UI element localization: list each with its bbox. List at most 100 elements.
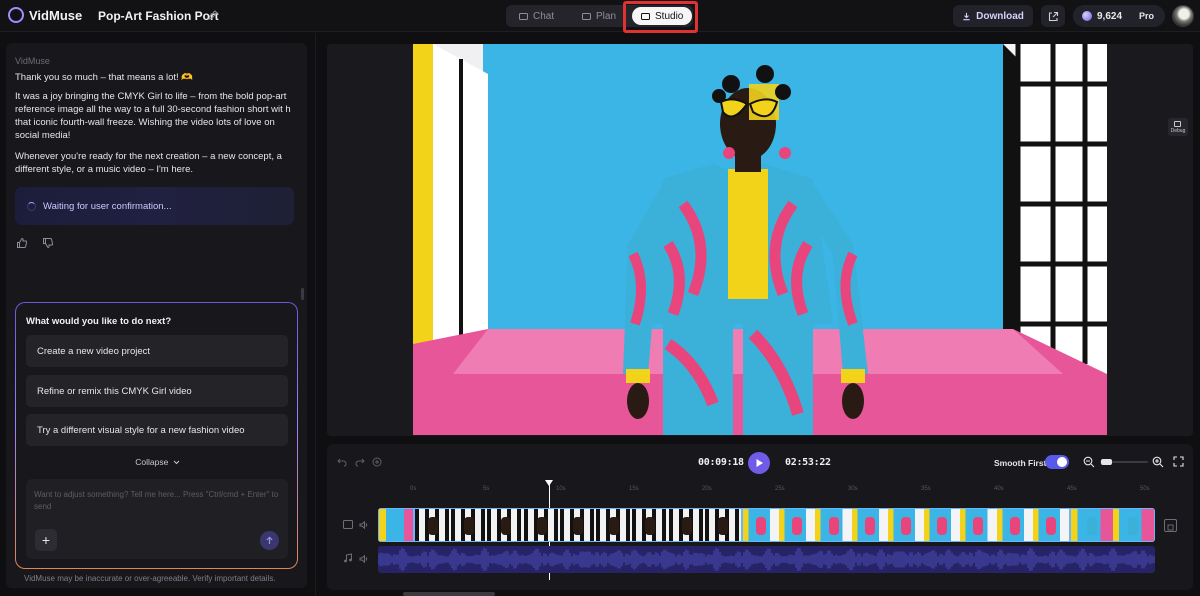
thumbs-up-icon[interactable] bbox=[16, 237, 28, 249]
next-step-card: What would you like to do next? Create a… bbox=[15, 302, 298, 569]
thumbnail-figure bbox=[828, 517, 839, 535]
next-step-question: What would you like to do next? bbox=[26, 316, 172, 327]
add-track-button[interactable] bbox=[1164, 519, 1177, 532]
clip-thumbnail bbox=[779, 509, 816, 541]
video-clip-1[interactable] bbox=[378, 508, 414, 542]
ruler-tick-label: 50s bbox=[1140, 486, 1150, 492]
clip-thumbnail bbox=[960, 509, 997, 541]
thumbnail-figure bbox=[1045, 517, 1056, 535]
option-refine-remix[interactable]: Refine or remix this CMYK Girl video bbox=[26, 375, 288, 407]
option-different-style[interactable]: Try a different visual style for a new f… bbox=[26, 414, 288, 446]
thumbnail-figure bbox=[1128, 517, 1139, 535]
send-button[interactable] bbox=[260, 531, 279, 550]
top-bar: VidMuse Pop-Art Fashion Port Chat Plan S… bbox=[0, 0, 1200, 33]
video-preview[interactable] bbox=[413, 44, 1107, 435]
app-logo[interactable]: VidMuse bbox=[8, 7, 82, 23]
smooth-first-toggle[interactable] bbox=[1045, 455, 1069, 469]
video-clip-2[interactable] bbox=[414, 508, 742, 542]
download-icon bbox=[963, 12, 970, 20]
thumbnail-figure bbox=[681, 517, 692, 535]
collapse-label: Collapse bbox=[135, 457, 169, 467]
chat-icon bbox=[519, 12, 528, 20]
split-icon[interactable] bbox=[372, 457, 382, 467]
video-clip-4[interactable] bbox=[1070, 508, 1155, 542]
assistant-message-3: Whenever you're ready for the next creat… bbox=[15, 151, 282, 175]
clip-thumbnail bbox=[415, 509, 452, 541]
ruler-tick-label: 25s bbox=[775, 486, 785, 492]
thumbnail-figure bbox=[536, 517, 547, 535]
chevron-down-icon bbox=[173, 460, 180, 465]
plus-icon: + bbox=[41, 532, 51, 548]
rename-icon[interactable] bbox=[207, 9, 219, 21]
clip-thumbnail bbox=[1112, 509, 1154, 541]
studio-highlight-box bbox=[623, 1, 698, 33]
debug-button[interactable]: Debug bbox=[1168, 118, 1188, 136]
zoom-out-icon[interactable] bbox=[1083, 456, 1095, 468]
video-frame-image bbox=[413, 44, 1107, 435]
tab-chat[interactable]: Chat bbox=[519, 7, 554, 25]
video-volume-icon[interactable] bbox=[359, 520, 369, 530]
thumbnail-figure bbox=[609, 517, 620, 535]
external-link-icon bbox=[1048, 11, 1058, 21]
thumbs-down-icon[interactable] bbox=[42, 237, 54, 249]
ruler-tick-label: 5s bbox=[483, 486, 490, 492]
fullscreen-icon[interactable] bbox=[1173, 456, 1184, 467]
attach-button[interactable]: + bbox=[35, 529, 57, 551]
user-avatar[interactable] bbox=[1172, 5, 1194, 27]
thumbnail-figure bbox=[1086, 517, 1097, 535]
tab-plan-label: Plan bbox=[596, 10, 617, 22]
clip-thumbnail bbox=[996, 509, 1033, 541]
open-external-button[interactable] bbox=[1041, 5, 1065, 27]
current-time: 00:09:18 bbox=[698, 457, 744, 468]
play-button[interactable] bbox=[748, 452, 770, 474]
undo-icon[interactable] bbox=[337, 457, 347, 467]
thumbnail-figure bbox=[973, 517, 984, 535]
tab-chat-label: Chat bbox=[533, 10, 555, 22]
waiting-status: Waiting for user confirmation... bbox=[15, 187, 294, 225]
collapse-toggle[interactable]: Collapse bbox=[16, 457, 299, 467]
chat-scrollbar[interactable] bbox=[301, 288, 304, 300]
assistant-message-1: Thank you so much – that means a lot! 🫶 bbox=[15, 72, 194, 83]
ruler-tick-label: 45s bbox=[1067, 486, 1077, 492]
redo-icon[interactable] bbox=[355, 457, 365, 467]
clip-thumbnail bbox=[1071, 509, 1113, 541]
add-icon bbox=[1167, 524, 1174, 531]
download-button[interactable]: Download bbox=[953, 5, 1033, 27]
video-track[interactable] bbox=[378, 508, 1155, 542]
chat-input[interactable]: Want to adjust something? Tell me here..… bbox=[26, 479, 288, 559]
debug-label: Debug bbox=[1170, 128, 1186, 134]
total-duration: 02:53:22 bbox=[785, 457, 831, 468]
tab-plan[interactable]: Plan bbox=[582, 7, 616, 25]
ruler-tick-label: 15s bbox=[629, 486, 639, 492]
music-track-icon bbox=[344, 553, 352, 563]
ruler-tick-label: 0s bbox=[410, 486, 417, 492]
audio-waveform bbox=[378, 547, 1155, 572]
zoom-slider-handle[interactable] bbox=[1101, 459, 1112, 465]
app-name: VidMuse bbox=[29, 7, 83, 23]
waiting-status-text: Waiting for user confirmation... bbox=[43, 200, 172, 212]
plan-badge: Pro bbox=[1139, 11, 1155, 21]
clip-thumbnail bbox=[632, 509, 669, 541]
zoom-in-icon[interactable] bbox=[1152, 456, 1164, 468]
video-track-icon bbox=[343, 520, 353, 529]
audio-track[interactable] bbox=[378, 546, 1155, 573]
disclaimer-text: VidMuse may be inaccurate or over-agreea… bbox=[24, 574, 276, 583]
audio-volume-icon[interactable] bbox=[359, 554, 369, 564]
plan-icon bbox=[582, 12, 591, 20]
thumbnail-figure bbox=[864, 517, 875, 535]
clip-thumbnail bbox=[924, 509, 961, 541]
time-ruler[interactable]: 0s 5s 10s 15s 20s 25s 30s 35s 40s 45s 50s bbox=[378, 486, 1155, 498]
clip-thumbnail bbox=[743, 509, 780, 541]
thumbnail-figure bbox=[464, 517, 475, 535]
ruler-tick-label: 30s bbox=[848, 486, 858, 492]
clip-thumbnail bbox=[451, 509, 488, 541]
timeline-horizontal-scrollbar[interactable] bbox=[403, 592, 495, 596]
option-new-project[interactable]: Create a new video project bbox=[26, 335, 288, 367]
project-title[interactable]: Pop-Art Fashion Port bbox=[98, 9, 219, 23]
debug-icon bbox=[1174, 121, 1181, 127]
video-clip-3[interactable] bbox=[742, 508, 1070, 542]
credits-badge[interactable]: 9,624 Pro bbox=[1073, 5, 1165, 27]
clip-thumbnail bbox=[487, 509, 524, 541]
toggle-knob bbox=[1057, 457, 1067, 467]
thumbnail-figure bbox=[500, 517, 511, 535]
